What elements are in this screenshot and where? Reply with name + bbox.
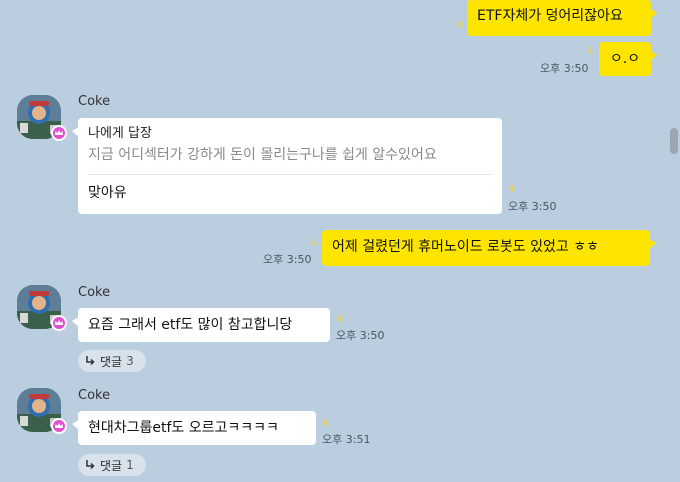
sender-name: Coke	[78, 94, 111, 109]
comments-button[interactable]: 댓글 1	[78, 454, 146, 476]
message-time: 오후 3:51	[322, 433, 371, 446]
comments-label: 댓글	[100, 458, 123, 473]
sender-name: Coke	[78, 285, 111, 300]
unread-count: 4	[508, 184, 515, 195]
message-text: 어제 걸렸던게 휴머노이드 로봇도 있었고 ㅎㅎ	[332, 239, 599, 255]
my-message-bubble[interactable]: ETF자체가 덩어리잖아요	[467, 0, 657, 36]
comments-button[interactable]: 댓글 3	[78, 350, 146, 372]
unread-count: 4	[587, 46, 594, 57]
message-text: 요즘 그래서 etf도 많이 참고합니당	[88, 317, 293, 333]
reply-header: 나에게 답장	[88, 126, 152, 141]
message-time: 오후 3:50	[336, 329, 385, 342]
unread-count: 4	[322, 418, 329, 429]
other-message-bubble[interactable]: 현대차그룹etf도 오르고ㅋㅋㅋㅋ	[72, 411, 316, 445]
crown-badge-icon	[51, 418, 67, 434]
scrollbar-thumb[interactable]	[670, 128, 678, 154]
message-text: ㅇ.ㅇ	[609, 51, 641, 67]
comments-count: 1	[126, 458, 134, 472]
my-message-bubble[interactable]: 어제 걸렸던게 휴머노이드 로봇도 있었고 ㅎㅎ	[322, 230, 656, 266]
unread-count: 4	[336, 314, 343, 325]
my-message-bubble[interactable]: ㅇ.ㅇ	[599, 42, 657, 76]
message-time: 오후 3:50	[263, 253, 312, 266]
crown-badge-icon	[51, 315, 67, 331]
other-message-bubble[interactable]: 요즘 그래서 etf도 많이 참고합니당	[72, 308, 330, 342]
sender-name: Coke	[78, 388, 111, 403]
message-time: 오후 3:50	[508, 200, 557, 213]
message-text: 현대차그룹etf도 오르고ㅋㅋㅋㅋ	[88, 420, 279, 436]
crown-badge-icon	[51, 125, 67, 141]
comments-count: 3	[126, 354, 134, 368]
unread-count: 4	[456, 20, 463, 31]
message-text: ETF자체가 덩어리잖아요	[477, 8, 623, 24]
reply-arrow-icon	[86, 356, 95, 366]
unread-count: 4	[311, 238, 318, 249]
reply-divider	[88, 174, 492, 175]
reply-arrow-icon	[86, 460, 95, 470]
comments-label: 댓글	[100, 354, 123, 369]
reply-message-bubble[interactable]: 나에게 답장 지금 어디섹터가 강하게 돈이 몰리는구나를 쉽게 알수있어요 맞…	[72, 118, 502, 214]
message-time: 오후 3:50	[540, 62, 589, 75]
message-text: 맞아유	[88, 185, 127, 201]
reply-quote: 지금 어디섹터가 강하게 돈이 몰리는구나를 쉽게 알수있어요	[88, 147, 437, 163]
